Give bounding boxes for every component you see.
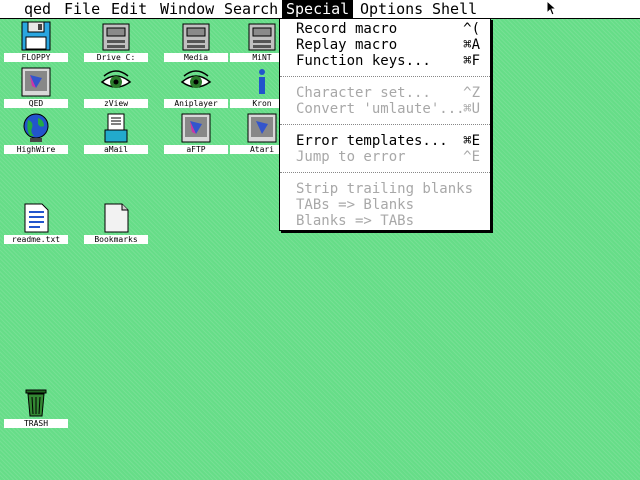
- eye-icon: [180, 66, 212, 98]
- mouse-pointer-icon: [546, 0, 558, 16]
- desktop-icon-qed[interactable]: QED: [2, 66, 70, 108]
- eye-icon: [100, 66, 132, 98]
- menu-item-replay-macro[interactable]: Replay macro ⌘A: [296, 37, 484, 53]
- desktop-icon-label: aFTP: [164, 145, 228, 154]
- desktop-icon-label: HighWire: [4, 145, 68, 154]
- menu-item-record-macro[interactable]: Record macro ^(: [296, 21, 484, 37]
- menu-search[interactable]: Search: [220, 0, 282, 18]
- desktop-icon-highwire[interactable]: HighWire: [2, 112, 70, 154]
- mail-icon: [100, 112, 132, 144]
- menu-item-error-templates[interactable]: Error templates... ⌘E: [296, 133, 484, 149]
- menu-item-strip-trailing-blanks: Strip trailing blanks: [296, 181, 484, 197]
- floppy-icon: [20, 20, 52, 52]
- desktop-icon-aftp[interactable]: aFTP: [162, 112, 230, 154]
- menu-options[interactable]: Options: [356, 0, 427, 18]
- desktop-icon-aniplayer[interactable]: Aniplayer: [162, 66, 230, 108]
- menu-item-shortcut: ^E: [463, 149, 480, 165]
- desktop-icon-trash[interactable]: TRASH: [2, 386, 70, 428]
- menu-item-shortcut: ⌘A: [463, 37, 480, 53]
- program-icon: [20, 66, 52, 98]
- menu-special[interactable]: Special: [282, 0, 354, 18]
- menu-separator: [280, 76, 490, 77]
- menu-item-shortcut: ⌘E: [463, 133, 480, 149]
- desktop-icon-bookmarks[interactable]: Bookmarks: [82, 202, 150, 244]
- menu-separator: [280, 124, 490, 125]
- desktop-icon-label: TRASH: [4, 419, 68, 428]
- desktop-icon-readme[interactable]: readme.txt: [2, 202, 70, 244]
- menu-item-label: TABs => Blanks: [296, 197, 415, 213]
- desktop-icon-zview[interactable]: zView: [82, 66, 150, 108]
- menu-item-label: Function keys...: [296, 53, 431, 69]
- desktop-icon-media[interactable]: Media: [162, 20, 230, 62]
- menu-item-shortcut: ⌘U: [463, 101, 480, 117]
- menu-item-shortcut: ^(: [463, 21, 480, 37]
- special-menu-dropdown: Record macro ^( Replay macro ⌘A Function…: [279, 18, 491, 231]
- menu-edit[interactable]: Edit: [107, 0, 151, 18]
- menu-item-blanks-to-tabs: Blanks => TABs: [296, 213, 484, 229]
- menu-item-label: Jump to error: [296, 149, 406, 165]
- menu-qed[interactable]: qed: [20, 0, 55, 18]
- desktop-icon-label: zView: [84, 99, 148, 108]
- desktop-icon-floppy[interactable]: FLOPPY: [2, 20, 70, 62]
- drive-icon: [100, 20, 132, 52]
- desktop-icon-label: Media: [164, 53, 228, 62]
- desktop-icon-label: Aniplayer: [164, 99, 228, 108]
- desktop-icon-label: QED: [4, 99, 68, 108]
- menu-item-label: Character set...: [296, 85, 431, 101]
- program-icon: [246, 112, 278, 144]
- menu-item-convert-umlaute: Convert 'umlaute'... ⌘U: [296, 101, 484, 117]
- file-icon: [100, 202, 132, 234]
- desktop-icon-label: FLOPPY: [4, 53, 68, 62]
- menu-item-shortcut: ⌘F: [463, 53, 480, 69]
- menu-item-label: Blanks => TABs: [296, 213, 415, 229]
- desktop-icon-drive-c[interactable]: Drive C:: [82, 20, 150, 62]
- menu-item-label: Record macro: [296, 21, 398, 37]
- text-file-icon: [20, 202, 52, 234]
- menu-separator: [280, 172, 490, 173]
- desktop-icon-label: Bookmarks: [84, 235, 148, 244]
- drive-icon: [180, 20, 212, 52]
- menu-item-shortcut: ^Z: [463, 85, 480, 101]
- menu-shell[interactable]: Shell: [428, 0, 481, 18]
- desktop-icon-label: Drive C:: [84, 53, 148, 62]
- menu-item-label: Strip trailing blanks: [296, 181, 474, 197]
- menu-item-character-set: Character set... ^Z: [296, 85, 484, 101]
- desktop-icon-amail[interactable]: aMail: [82, 112, 150, 154]
- menu-item-jump-to-error: Jump to error ^E: [296, 149, 484, 165]
- globe-icon: [20, 112, 52, 144]
- menu-file[interactable]: File: [60, 0, 104, 18]
- desktop-icon-label: aMail: [84, 145, 148, 154]
- menu-item-label: Replay macro: [296, 37, 398, 53]
- drive-icon: [246, 20, 278, 52]
- menu-item-tabs-to-blanks: TABs => Blanks: [296, 197, 484, 213]
- menu-item-label: Convert 'umlaute'...: [296, 101, 465, 117]
- menu-bar: qed File Edit Window Search Special Opti…: [0, 0, 640, 19]
- program-icon: [180, 112, 212, 144]
- menu-window[interactable]: Window: [156, 0, 218, 18]
- menu-item-label: Error templates...: [296, 133, 448, 149]
- menu-item-function-keys[interactable]: Function keys... ⌘F: [296, 53, 484, 69]
- info-icon: [246, 66, 278, 98]
- desktop-icon-label: readme.txt: [4, 235, 68, 244]
- trash-icon: [20, 386, 52, 418]
